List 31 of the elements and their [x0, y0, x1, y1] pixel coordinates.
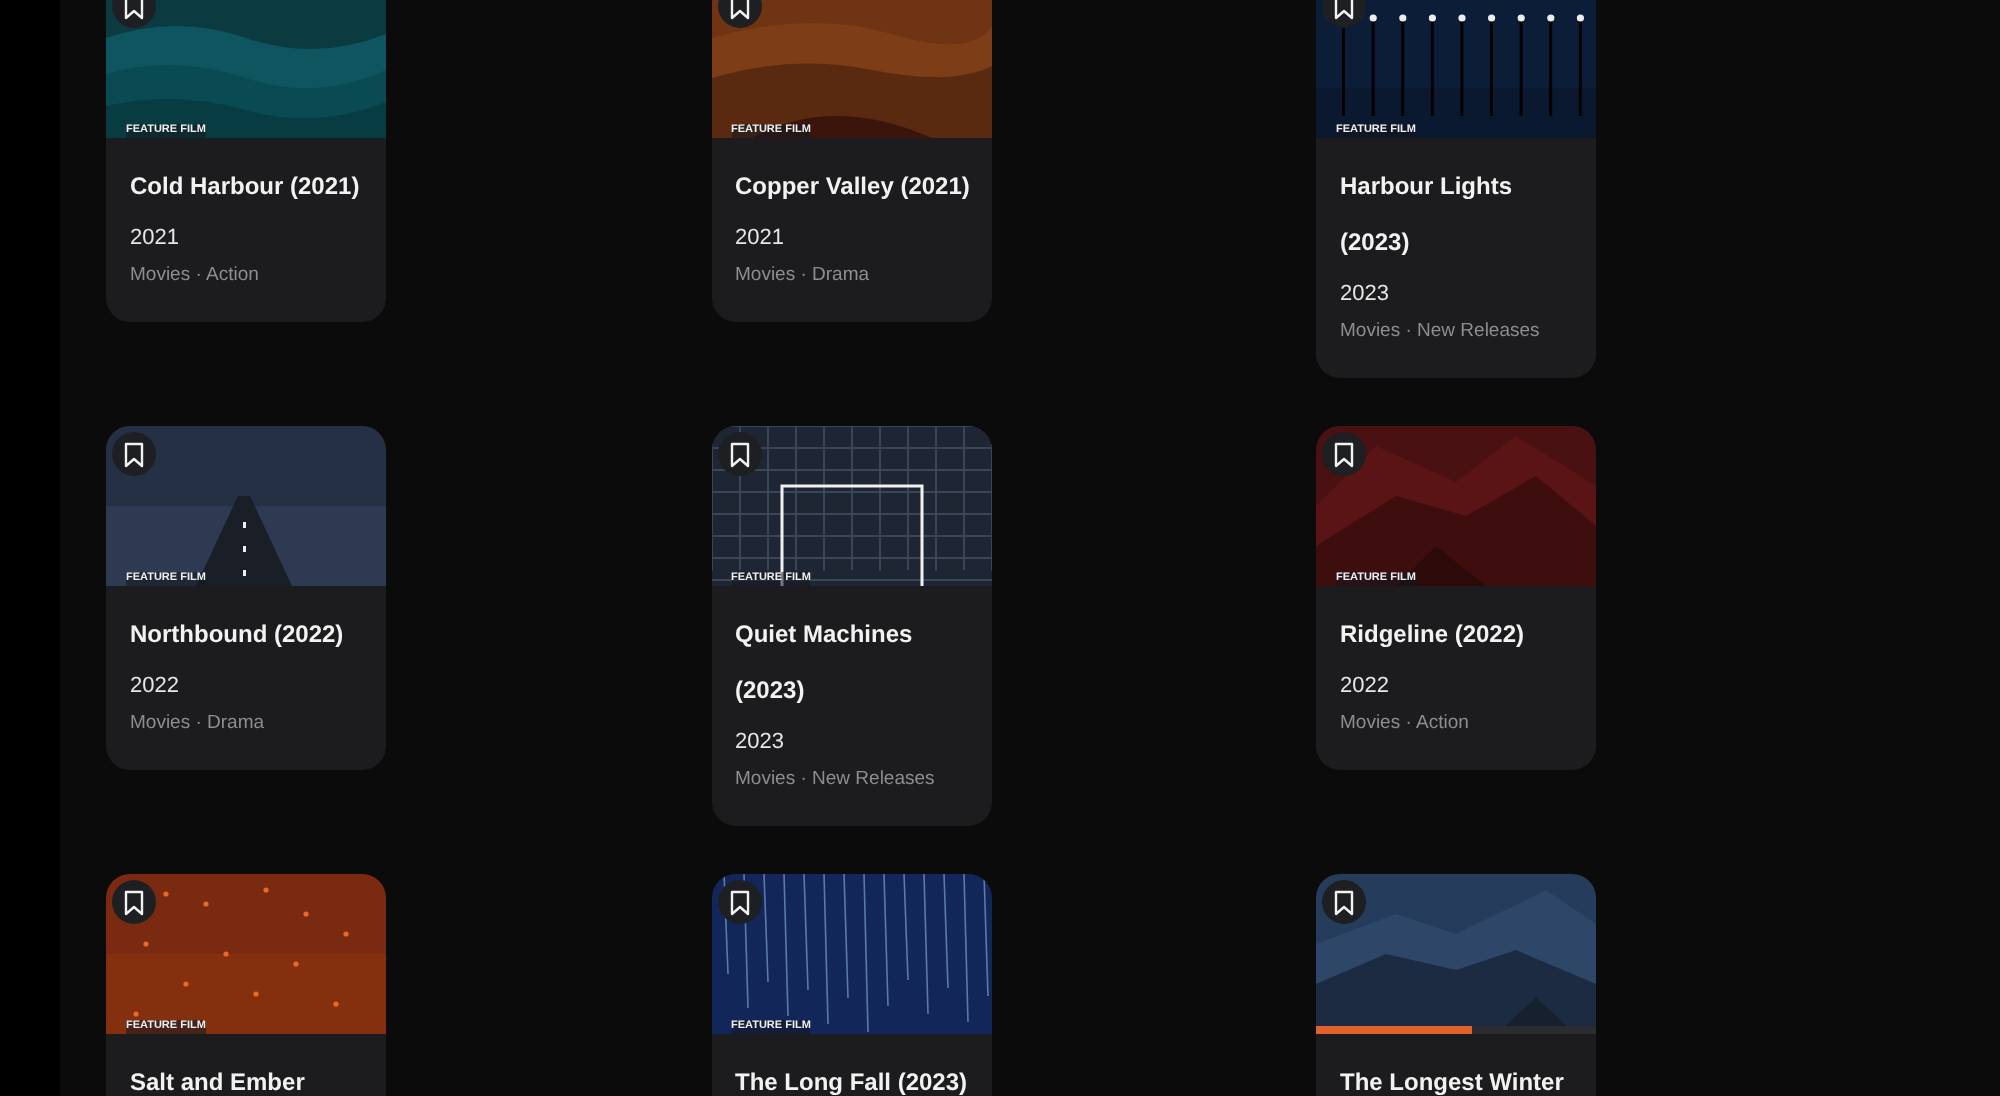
movie-title: The Long Fall (2023) — [735, 1066, 970, 1096]
movie-year: 2023 — [1340, 280, 1391, 310]
movie-year: 2021 — [130, 224, 181, 254]
movie-meta: Movies · New Releases — [735, 766, 937, 794]
bookmark-icon — [124, 889, 144, 915]
bookmark-icon — [1334, 889, 1354, 915]
movie-title: Quiet Machines (2023) — [735, 618, 915, 708]
movie-year: 2023 — [735, 728, 786, 758]
movie-meta: Movies · Drama — [735, 262, 872, 290]
movie-meta: Movies · Action — [130, 262, 261, 290]
movie-title: The Longest Winter — [1340, 1066, 1566, 1096]
movie-title: Cold Harbour (2021) — [130, 170, 362, 204]
movie-card[interactable]: The Longest Winter — [1316, 874, 1596, 1096]
movie-meta: Movies · Action — [1340, 710, 1471, 738]
movie-year: 2022 — [130, 672, 181, 702]
movie-year: 2022 — [1340, 672, 1391, 702]
bookmark-icon — [729, 441, 749, 467]
movie-meta: Movies · Drama — [130, 710, 267, 738]
bookmark-icon — [124, 0, 144, 19]
movie-title: Ridgeline (2022) — [1340, 618, 1527, 652]
bookmark-icon — [729, 0, 749, 19]
movie-title: Copper Valley (2021) — [735, 170, 972, 204]
bookmark-icon — [729, 889, 749, 915]
movie-title: Harbour Lights (2023) — [1340, 170, 1514, 260]
movie-year: 2021 — [735, 224, 786, 254]
bookmark-icon — [124, 441, 144, 467]
movie-title: Salt and Ember — [130, 1066, 307, 1096]
movie-meta: Movies · New Releases — [1340, 318, 1542, 346]
bookmark-icon — [1334, 441, 1354, 467]
bookmark-icon — [1334, 0, 1354, 19]
movie-title: Northbound (2022) — [130, 618, 346, 652]
